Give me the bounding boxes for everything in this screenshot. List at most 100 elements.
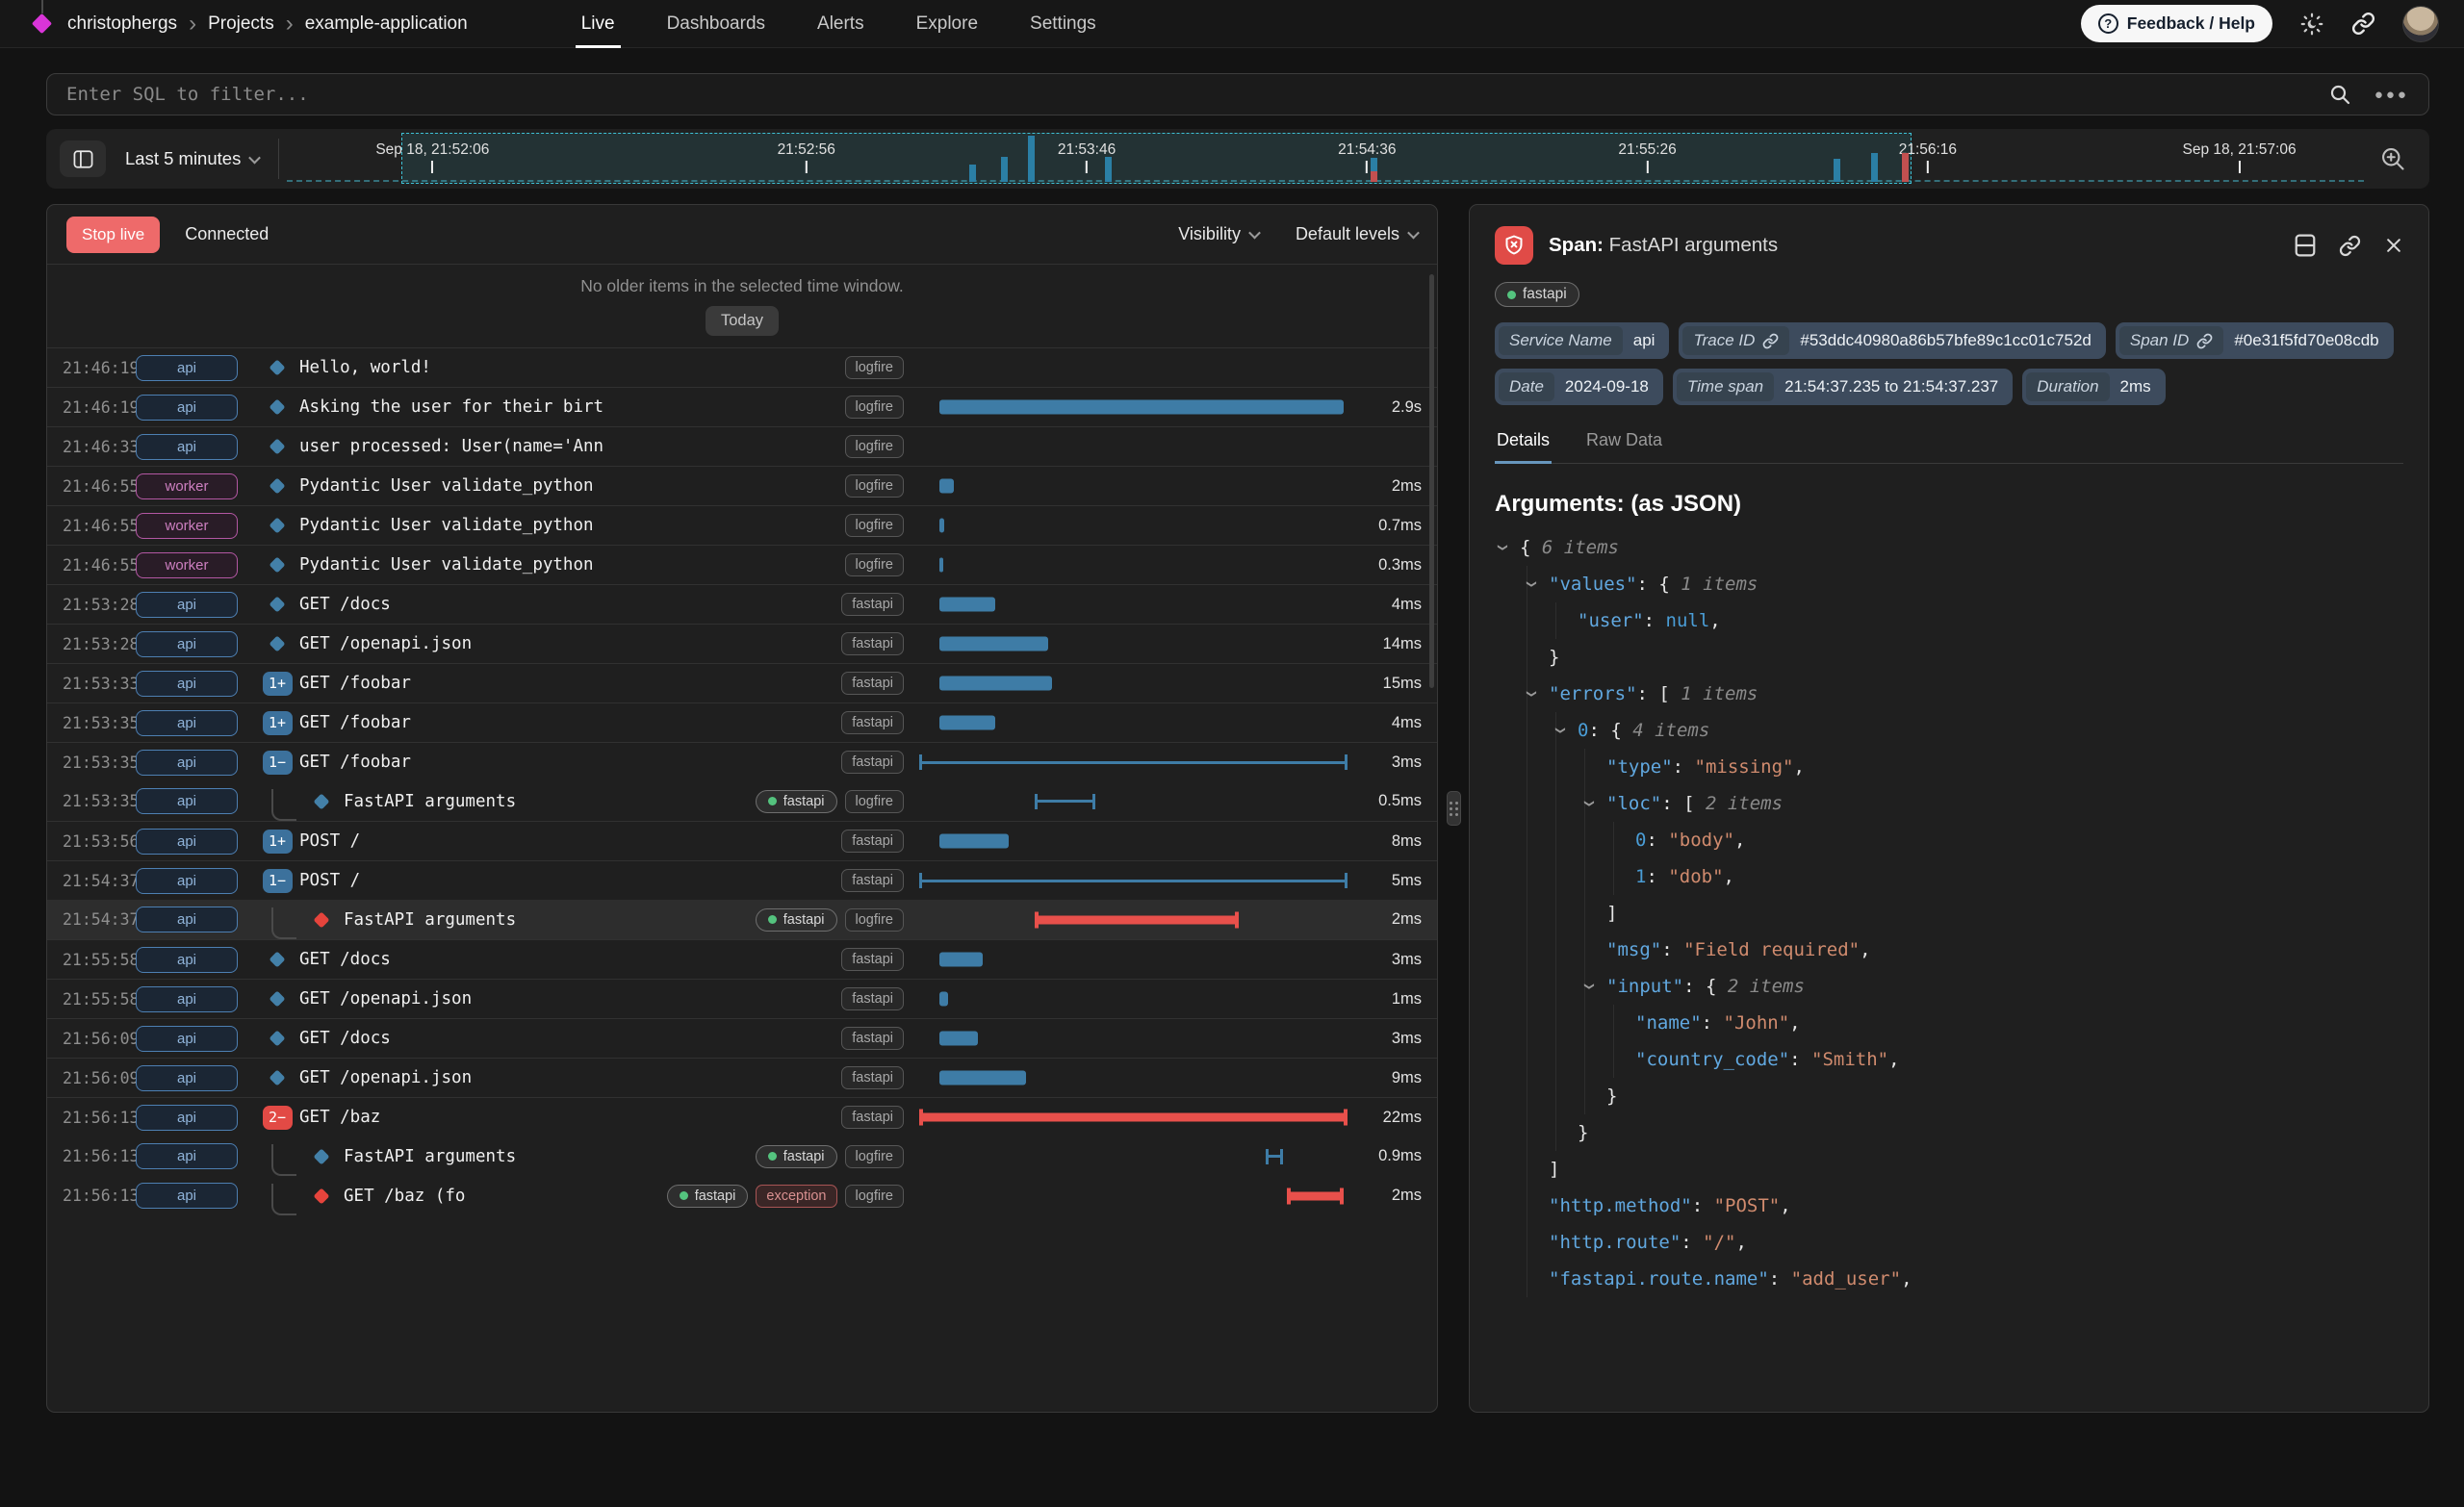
search-icon[interactable] — [2328, 83, 2351, 106]
chevron-down-icon[interactable]: ❯ — [1571, 800, 1607, 807]
service-tag-api[interactable]: api — [136, 631, 238, 657]
chevron-down-icon[interactable]: ❯ — [1513, 690, 1550, 698]
table-row[interactable]: 21:55:58apiGET /openapi.jsonfastapi1ms — [47, 979, 1437, 1018]
chevron-down-icon[interactable]: ❯ — [1495, 544, 1521, 551]
tag-fastapi[interactable]: fastapi — [841, 830, 904, 853]
panel-resize-handle[interactable] — [1447, 791, 1461, 826]
json-line[interactable]: "country_code": "Smith", — [1495, 1041, 2403, 1078]
collapse-badge[interactable]: 2− — [263, 1106, 293, 1130]
breadcrumb-item-example-application[interactable]: example-application — [305, 13, 468, 35]
json-line[interactable]: "msg": "Field required", — [1495, 932, 2403, 968]
tag-fastapi[interactable]: fastapi — [841, 1066, 904, 1089]
scrollbar-thumb[interactable] — [1429, 274, 1434, 688]
service-tag-api[interactable]: api — [136, 750, 238, 776]
service-tag-api[interactable]: api — [136, 671, 238, 697]
tag-fastapi[interactable]: fastapi — [841, 948, 904, 971]
json-line[interactable]: "http.route": "/", — [1495, 1224, 2403, 1261]
service-tag-api[interactable]: api — [136, 788, 238, 814]
tag-logfire[interactable]: logfire — [845, 514, 905, 537]
tag-fastapi[interactable]: fastapi — [756, 1145, 837, 1168]
service-tag-api[interactable]: api — [136, 1065, 238, 1091]
copy-link-icon[interactable] — [2339, 235, 2361, 257]
json-line[interactable]: ❯"input": { 2 items — [1495, 968, 2403, 1005]
service-tag-api[interactable]: api — [136, 1143, 238, 1169]
chevron-down-icon[interactable]: ❯ — [1571, 983, 1607, 990]
table-row[interactable]: 21:56:09apiGET /docsfastapi3ms — [47, 1018, 1437, 1058]
service-tag-api[interactable]: api — [136, 434, 238, 460]
share-link-icon[interactable] — [2351, 12, 2375, 36]
zoom-in-icon[interactable] — [2379, 145, 2406, 172]
json-line[interactable]: "type": "missing", — [1495, 749, 2403, 785]
service-tag-api[interactable]: api — [136, 355, 238, 381]
split-view-icon[interactable] — [2295, 234, 2316, 257]
table-row[interactable]: 21:53:35api1−GET /foobarfastapi3ms — [47, 742, 1437, 781]
json-line[interactable]: } — [1495, 1078, 2403, 1114]
service-tag-worker[interactable]: worker — [136, 513, 238, 539]
tab-dashboards[interactable]: Dashboards — [667, 0, 765, 48]
json-line[interactable]: 1: "dob", — [1495, 858, 2403, 895]
tag-fastapi[interactable]: fastapi — [841, 672, 904, 695]
tag-fastapi[interactable]: fastapi — [841, 711, 904, 734]
tab-raw-data[interactable]: Raw Data — [1584, 430, 1664, 463]
visibility-dropdown[interactable]: Visibility — [1178, 224, 1259, 244]
table-row[interactable]: 21:56:13apiGET /baz (fofastapiexceptionl… — [47, 1176, 1437, 1215]
feedback-help-button[interactable]: ? Feedback / Help — [2081, 5, 2272, 42]
timeline-selection[interactable] — [401, 133, 1912, 184]
chevron-down-icon[interactable]: ❯ — [1513, 580, 1550, 588]
json-line[interactable]: ❯0: { 4 items — [1495, 712, 2403, 749]
tag-logfire[interactable]: logfire — [845, 908, 905, 932]
collapse-badge[interactable]: 1+ — [263, 672, 293, 696]
tag-fastapi[interactable]: fastapi — [841, 593, 904, 616]
json-line[interactable]: ] — [1495, 1151, 2403, 1188]
tag-logfire[interactable]: logfire — [845, 790, 905, 813]
tag-logfire[interactable]: logfire — [845, 474, 905, 498]
tag-logfire[interactable]: logfire — [845, 1185, 905, 1208]
tag-fastapi[interactable]: fastapi — [756, 790, 837, 813]
collapse-badge[interactable]: 1− — [263, 751, 293, 775]
collapse-badge[interactable]: 1+ — [263, 711, 293, 735]
service-tag-api[interactable]: api — [136, 592, 238, 618]
json-line[interactable]: ❯"values": { 1 items — [1495, 566, 2403, 602]
json-line[interactable]: "fastapi.route.name": "add_user", — [1495, 1261, 2403, 1297]
table-row[interactable]: 21:53:28apiGET /docsfastapi4ms — [47, 584, 1437, 624]
tab-details[interactable]: Details — [1495, 430, 1552, 463]
service-tag-worker[interactable]: worker — [136, 473, 238, 499]
tag-fastapi[interactable]: fastapi — [841, 1027, 904, 1050]
tag-fastapi[interactable]: fastapi — [841, 751, 904, 774]
table-row[interactable]: 21:46:19apiAsking the user for their bir… — [47, 387, 1437, 426]
timeline[interactable]: Sep 18, 21:52:0621:52:5621:53:4621:54:36… — [287, 129, 2364, 189]
json-line[interactable]: } — [1495, 639, 2403, 676]
tag-fastapi[interactable]: fastapi — [667, 1185, 749, 1208]
logfire-logo[interactable] — [29, 0, 54, 48]
stop-live-button[interactable]: Stop live — [66, 217, 160, 253]
table-row[interactable]: 21:55:58apiGET /docsfastapi3ms — [47, 939, 1437, 979]
tab-settings[interactable]: Settings — [1030, 0, 1096, 48]
table-row[interactable]: 21:53:33api1+GET /foobarfastapi15ms — [47, 663, 1437, 702]
default-levels-dropdown[interactable]: Default levels — [1296, 224, 1418, 244]
service-tag-api[interactable]: api — [136, 1183, 238, 1209]
table-row[interactable]: 21:54:37api1−POST /fastapi5ms — [47, 860, 1437, 900]
tag-logfire[interactable]: logfire — [845, 435, 905, 458]
table-row[interactable]: 21:56:13apiFastAPI argumentsfastapilogfi… — [47, 1137, 1437, 1176]
service-tag-api[interactable]: api — [136, 868, 238, 894]
service-tag-api[interactable]: api — [136, 907, 238, 932]
json-line[interactable]: "http.method": "POST", — [1495, 1188, 2403, 1224]
link-icon[interactable] — [2196, 333, 2213, 349]
table-row[interactable]: 21:53:28apiGET /openapi.jsonfastapi14ms — [47, 624, 1437, 663]
service-tag-worker[interactable]: worker — [136, 552, 238, 578]
breadcrumb-item-Projects[interactable]: Projects — [208, 13, 274, 35]
more-options-icon[interactable]: ●●● — [2374, 87, 2409, 103]
tag-fastapi[interactable]: fastapi — [841, 987, 904, 1010]
time-range-dropdown[interactable]: Last 5 minutes — [106, 148, 278, 169]
fastapi-tag[interactable]: fastapi — [1495, 282, 1579, 307]
chevron-down-icon[interactable]: ❯ — [1542, 727, 1578, 734]
service-tag-api[interactable]: api — [136, 1105, 238, 1131]
tab-alerts[interactable]: Alerts — [817, 0, 864, 48]
tag-logfire[interactable]: logfire — [845, 1145, 905, 1168]
service-tag-api[interactable]: api — [136, 1026, 238, 1052]
sidebar-toggle-button[interactable] — [60, 140, 106, 177]
json-line[interactable]: } — [1495, 1114, 2403, 1151]
table-row[interactable]: 21:56:09apiGET /openapi.jsonfastapi9ms — [47, 1058, 1437, 1097]
table-row[interactable]: 21:53:35api1+GET /foobarfastapi4ms — [47, 702, 1437, 742]
tag-logfire[interactable]: logfire — [845, 356, 905, 379]
